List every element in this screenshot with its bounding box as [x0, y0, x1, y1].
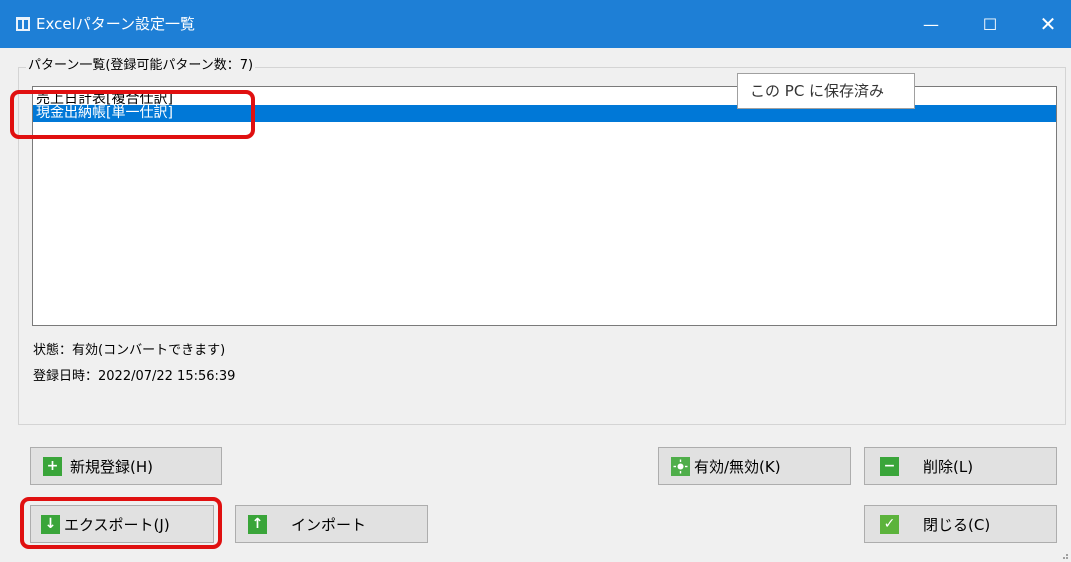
- close-window-button[interactable]: ✕: [1025, 0, 1071, 48]
- toggle-status-icon: [671, 456, 690, 476]
- close-button[interactable]: ✓ 閉じる(C): [864, 505, 1057, 543]
- delete-button[interactable]: − 削除(L): [864, 447, 1057, 485]
- resize-grip-icon[interactable]: [1059, 550, 1069, 560]
- import-button[interactable]: ↑ インポート: [235, 505, 428, 543]
- delete-label: 削除(L): [923, 457, 974, 476]
- close-label: 閉じる(C): [923, 515, 991, 534]
- check-icon: ✓: [880, 514, 899, 534]
- registered-date-text: 登録日時：2022/07/22 15:56:39: [33, 369, 236, 384]
- toggle-enable-button[interactable]: 有効/無効(K): [658, 447, 851, 485]
- pattern-listbox[interactable]: 売上日計表[複合仕訳] 現金出納帳[単一仕訳]: [32, 86, 1057, 326]
- arrow-up-icon: ↑: [248, 514, 267, 534]
- minus-icon: −: [880, 456, 899, 476]
- new-register-label: 新規登録(H): [70, 457, 153, 476]
- title-bar: Excelパターン設定一覧 — ☐ ✕: [0, 0, 1071, 48]
- import-label: インポート: [291, 515, 367, 534]
- toggle-enable-label: 有効/無効(K): [694, 457, 781, 476]
- app-icon: [16, 17, 30, 31]
- new-register-button[interactable]: + 新規登録(H): [30, 447, 222, 485]
- plus-icon: +: [43, 456, 62, 476]
- save-location-tooltip: この PC に保存済み: [737, 73, 915, 109]
- minimize-button[interactable]: —: [908, 0, 954, 48]
- maximize-button[interactable]: ☐: [967, 0, 1013, 48]
- arrow-down-icon: ↓: [41, 514, 60, 534]
- export-label: エクスポート(J): [64, 515, 170, 534]
- window-title: Excelパターン設定一覧: [36, 15, 195, 33]
- pattern-list-label: パターン一覧(登録可能パターン数：7): [26, 58, 256, 74]
- export-button[interactable]: ↓ エクスポート(J): [30, 505, 214, 543]
- status-text: 状態：有効(コンバートできます): [33, 343, 226, 358]
